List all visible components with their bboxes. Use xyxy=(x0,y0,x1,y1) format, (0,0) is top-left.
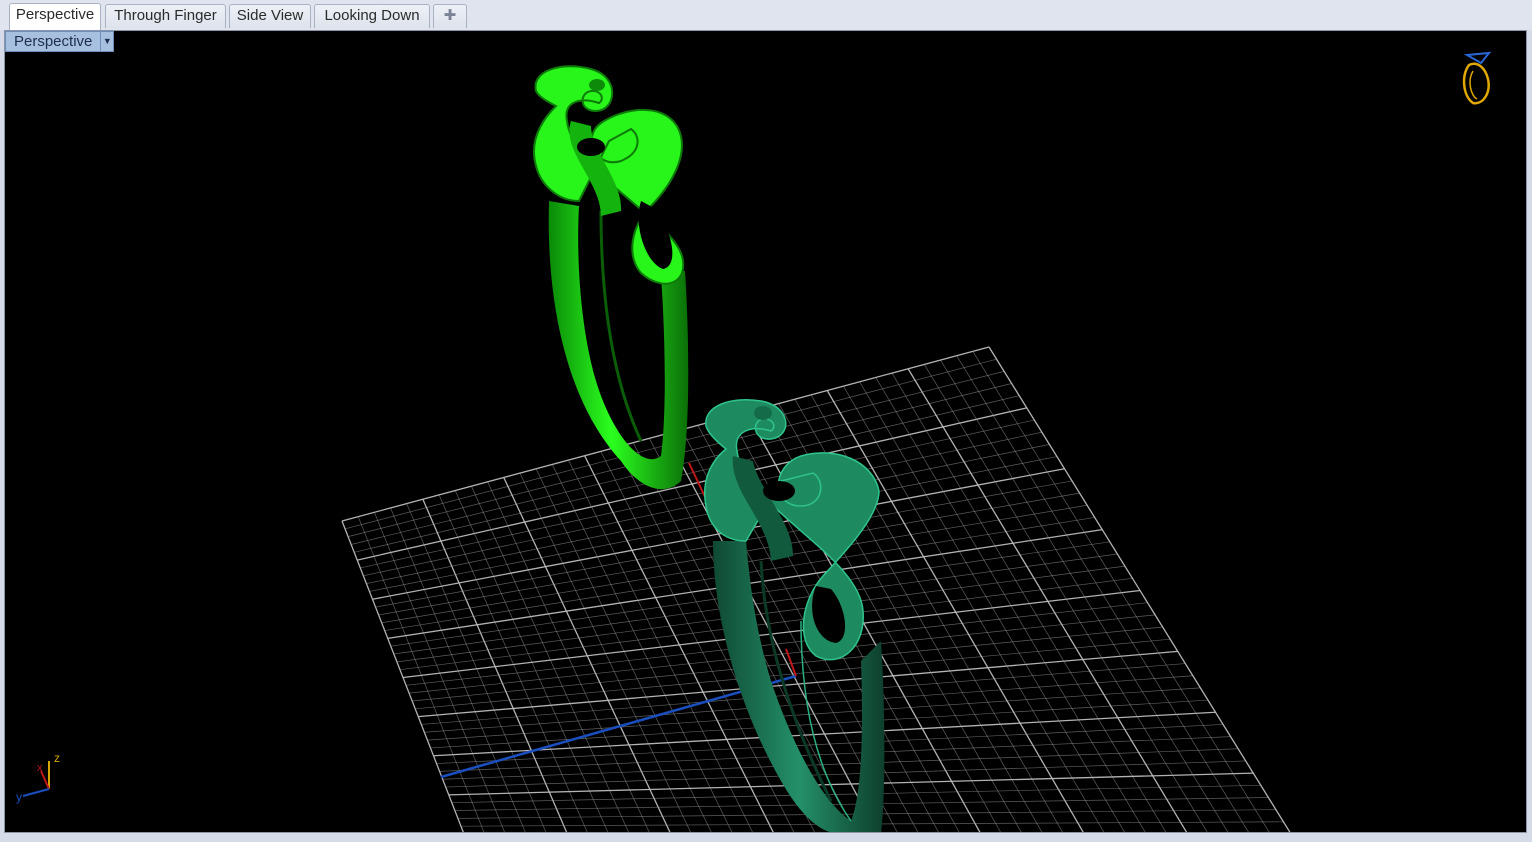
viewport-scene[interactable]: z x y xyxy=(5,31,1527,833)
viewport-title-menu[interactable]: Perspective ▼ xyxy=(5,31,115,52)
bottom-strip xyxy=(0,833,1532,842)
tab-through-finger[interactable]: Through Finger xyxy=(105,4,226,28)
viewport-title[interactable]: Perspective xyxy=(5,31,102,52)
axis-x-label: x xyxy=(37,762,43,774)
plus-icon: ✚ xyxy=(443,7,457,24)
triangle-down-icon[interactable]: ▼ xyxy=(101,31,115,52)
axis-y-label: y xyxy=(16,790,22,804)
tab-perspective[interactable]: Perspective xyxy=(9,3,101,30)
grid-line xyxy=(448,772,1254,796)
grid-line xyxy=(451,784,1261,804)
tab-side-view[interactable]: Side View xyxy=(229,4,311,28)
grid-line xyxy=(445,760,1246,788)
viewport-tab-bar: Perspective Through Finger Side View Loo… xyxy=(0,0,1532,30)
rhino-logo-icon xyxy=(1462,51,1492,105)
grid-line xyxy=(988,346,1291,832)
axis-orientation-widget: z x y xyxy=(16,751,60,804)
axis-z-label: z xyxy=(54,751,60,765)
grid-line xyxy=(972,351,1270,832)
treble-clef-ring-selected[interactable] xyxy=(532,65,689,490)
add-tab-button[interactable]: ✚ xyxy=(433,4,467,28)
tab-looking-down[interactable]: Looking Down xyxy=(314,4,430,28)
perspective-viewport[interactable]: z x y xyxy=(4,30,1527,833)
